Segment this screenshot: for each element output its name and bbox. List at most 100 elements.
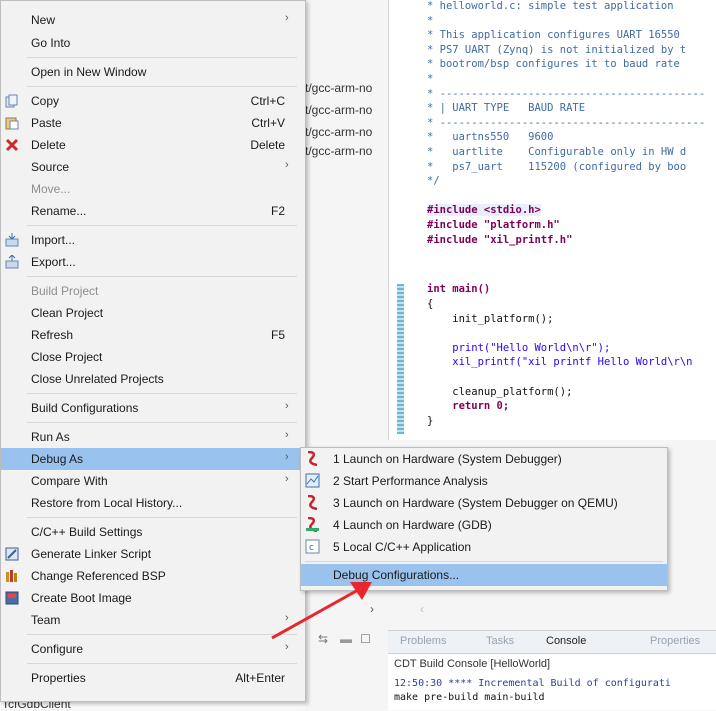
- console-line: 12:50:30 **** Incremental Build of confi…: [394, 678, 671, 689]
- tcf-icon: [305, 450, 320, 467]
- code-line: return 0;: [427, 400, 510, 413]
- menu-item-copy[interactable]: Copy Ctrl+C: [1, 90, 305, 112]
- menu-item-clean-project[interactable]: Clean Project: [1, 302, 305, 324]
- menu-item-cpp-build-settings[interactable]: C/C++ Build Settings: [1, 521, 305, 543]
- performance-icon: [305, 473, 320, 488]
- menu-item-configure[interactable]: Configure ›: [1, 638, 305, 660]
- code-line: * PS7 UART (Zynq) is not initialized by …: [427, 43, 687, 56]
- menu-item-build-project[interactable]: Build Project: [1, 280, 305, 302]
- menu-separator: [27, 57, 297, 58]
- tree-path-item[interactable]: t/gcc-arm-no: [305, 81, 372, 95]
- editor-gutter-marker: [397, 284, 404, 434]
- submenu-item-launch-hardware-qemu[interactable]: 3 Launch on Hardware (System Debugger on…: [301, 492, 667, 514]
- submenu-item-debug-configurations[interactable]: Debug Configurations...: [301, 564, 667, 586]
- menu-item-paste[interactable]: Paste Ctrl+V: [1, 112, 305, 134]
- menu-item-source[interactable]: Source ›: [1, 156, 305, 178]
- minimize-icon[interactable]: ▬: [340, 632, 352, 646]
- menu-item-compare-with[interactable]: Compare With ›: [1, 470, 305, 492]
- menu-separator: [27, 276, 297, 277]
- svg-text:c: c: [309, 543, 314, 553]
- linker-script-icon: [5, 547, 19, 561]
- bsp-icon: [5, 569, 19, 583]
- menu-item-close-unrelated-projects[interactable]: Close Unrelated Projects: [1, 368, 305, 390]
- scroll-left-icon[interactable]: ‹: [420, 602, 424, 616]
- code-line: * helloworld.c: simple test application: [427, 0, 674, 12]
- menu-item-new[interactable]: New ›: [1, 9, 305, 31]
- gdb-icon: [305, 516, 320, 533]
- code-line: #include <stdio.h>: [427, 204, 541, 217]
- code-line: }: [427, 414, 434, 427]
- tab-console[interactable]: Console: [546, 635, 586, 647]
- menu-item-properties[interactable]: Properties Alt+Enter: [1, 667, 305, 689]
- code-line: #include "platform.h": [427, 219, 560, 231]
- menu-separator: [27, 517, 297, 518]
- menu-separator: [27, 86, 297, 87]
- code-line: * uartlite Configurable only in HW d: [427, 146, 687, 158]
- chevron-right-icon: ›: [285, 159, 289, 171]
- tree-path-item[interactable]: t/gcc-arm-no: [305, 125, 372, 139]
- menu-item-generate-linker-script[interactable]: Generate Linker Script: [1, 543, 305, 565]
- code-line: * --------------------------------------…: [427, 116, 706, 129]
- submenu-item-start-performance-analysis[interactable]: 2 Start Performance Analysis: [301, 470, 667, 492]
- code-line: init_platform();: [427, 312, 554, 325]
- menu-separator: [27, 663, 297, 664]
- tab-tasks[interactable]: Tasks: [486, 635, 514, 647]
- menu-separator: [27, 393, 297, 394]
- code-line: * --------------------------------------…: [427, 87, 706, 100]
- console-title: CDT Build Console [HelloWorld]: [394, 658, 551, 670]
- menu-item-build-configurations[interactable]: Build Configurations ›: [1, 397, 305, 419]
- menu-separator: [27, 634, 297, 635]
- debug-as-submenu: 1 Launch on Hardware (System Debugger) 2…: [300, 447, 668, 591]
- code-line: *: [427, 73, 434, 85]
- menu-item-export[interactable]: Export...: [1, 251, 305, 273]
- submenu-item-local-cpp-application[interactable]: c 5 Local C/C++ Application: [301, 536, 667, 558]
- menu-item-move[interactable]: Move...: [1, 178, 305, 200]
- tree-path-item[interactable]: t/gcc-arm-no: [305, 103, 372, 117]
- maximize-icon[interactable]: ☐: [360, 632, 371, 646]
- code-line: cleanup_platform();: [427, 385, 573, 398]
- boot-image-icon: [5, 591, 19, 605]
- menu-item-open-in-new-window[interactable]: Open in New Window: [1, 61, 305, 83]
- copy-icon: [5, 94, 19, 108]
- menu-separator: [27, 225, 297, 226]
- code-line: * | UART TYPE BAUD RATE: [427, 102, 586, 115]
- c-app-icon: c: [305, 539, 320, 554]
- submenu-item-launch-hardware-system-debugger[interactable]: 1 Launch on Hardware (System Debugger): [301, 448, 667, 470]
- context-menu: New › Go Into Open in New Window Copy Ctrl…: [0, 0, 306, 702]
- code-line: * bootrom/bsp configures it to baud rate: [427, 58, 680, 71]
- menu-item-restore-from-local-history[interactable]: Restore from Local History...: [1, 492, 305, 514]
- code-editor[interactable]: * helloworld.c: simple test application *…: [388, 0, 716, 440]
- submenu-separator: [305, 561, 663, 562]
- chevron-right-icon: ›: [285, 641, 289, 653]
- menu-item-run-as[interactable]: Run As ›: [1, 426, 305, 448]
- code-line: */: [427, 175, 440, 188]
- menu-item-change-referenced-bsp[interactable]: Change Referenced BSP: [1, 565, 305, 587]
- chevron-right-icon: ›: [285, 429, 289, 441]
- menu-item-debug-as[interactable]: Debug As ›: [1, 448, 305, 470]
- menu-item-team[interactable]: Team ›: [1, 609, 305, 631]
- import-icon: [5, 233, 19, 247]
- tab-properties[interactable]: Properties: [650, 635, 700, 647]
- tree-path-item[interactable]: t/gcc-arm-no: [305, 144, 372, 158]
- view-toolbar: ⇆ ▬ ☐: [310, 630, 388, 652]
- code-line: #include "xil_printf.h": [427, 233, 573, 246]
- tab-problems[interactable]: Problems: [400, 635, 446, 647]
- paste-icon: [5, 116, 19, 130]
- menu-item-close-project[interactable]: Close Project: [1, 346, 305, 368]
- menu-item-rename[interactable]: Rename... F2: [1, 200, 305, 222]
- chevron-right-icon: ›: [285, 451, 289, 463]
- submenu-item-launch-hardware-gdb[interactable]: 4 Launch on Hardware (GDB): [301, 514, 667, 536]
- code-line: * uartns550 9600: [427, 131, 554, 144]
- code-line: xil_printf("xil printf Hello World\r\n: [427, 356, 693, 369]
- menu-item-refresh[interactable]: Refresh F5: [1, 324, 305, 346]
- menu-item-go-into[interactable]: Go Into: [1, 32, 305, 54]
- menu-item-import[interactable]: Import...: [1, 229, 305, 251]
- delete-icon: [5, 138, 19, 152]
- link-editor-icon[interactable]: ⇆: [318, 632, 328, 646]
- chevron-right-icon[interactable]: ›: [370, 602, 374, 616]
- chevron-right-icon: ›: [285, 12, 289, 24]
- menu-item-create-boot-image[interactable]: Create Boot Image: [1, 587, 305, 609]
- export-icon: [5, 254, 19, 269]
- menu-item-delete[interactable]: Delete Delete: [1, 134, 305, 156]
- console-line: make pre-build main-build: [394, 692, 545, 703]
